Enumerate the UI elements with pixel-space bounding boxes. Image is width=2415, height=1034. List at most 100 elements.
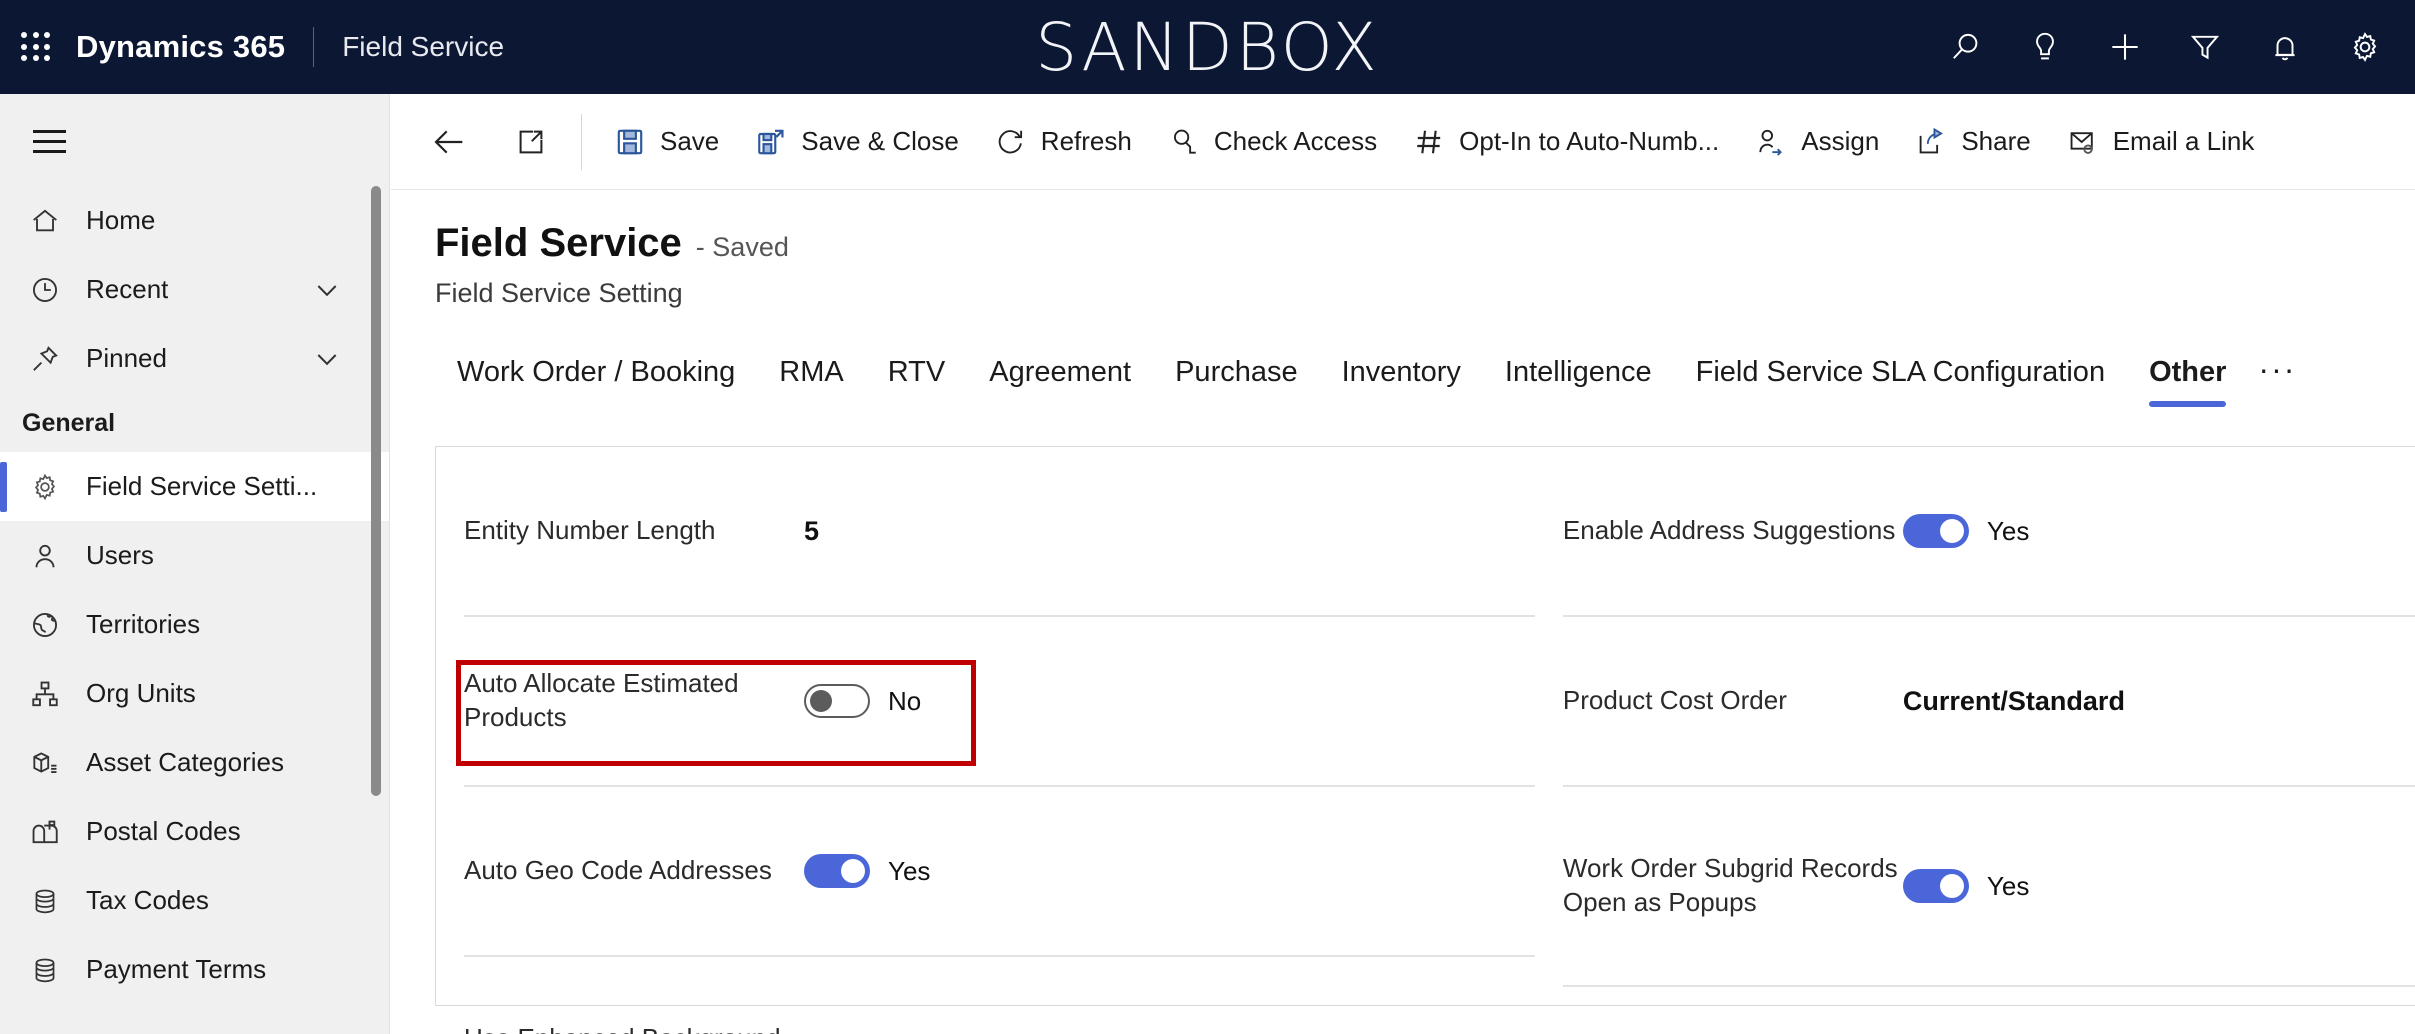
app-name-label[interactable]: Field Service xyxy=(342,31,504,63)
main-content: Field Service - Saved Field Service Sett… xyxy=(391,191,2415,1034)
field-work-order-subgrid-records-open-as-popups[interactable]: Work Order Subgrid Records Open as Popup… xyxy=(1562,787,2415,987)
tab-agreement[interactable]: Agreement xyxy=(967,345,1153,407)
check-access-button[interactable]: Check Access xyxy=(1150,106,1395,178)
field-value[interactable]: 5 xyxy=(804,516,1535,547)
tabs-overflow-icon[interactable]: ··· xyxy=(2248,345,2306,407)
page-subtitle: Field Service Setting xyxy=(435,278,683,308)
field-enable-address-suggestions[interactable]: Enable Address Suggestions Yes xyxy=(1562,447,2415,617)
top-navigation-bar: Dynamics 365 Field Service SANDBOX xyxy=(0,0,2415,94)
sidebar-item-users[interactable]: Users xyxy=(0,521,389,590)
back-arrow-icon[interactable] xyxy=(413,106,485,178)
form-columns: Entity Number Length 5 Auto Allocate Est… xyxy=(436,447,2415,1034)
email-a-link-label: Email a Link xyxy=(2112,126,2255,156)
filter-icon[interactable] xyxy=(2173,12,2237,82)
email-a-link-button[interactable]: Email a Link xyxy=(2049,106,2273,178)
tab-intelligence[interactable]: Intelligence xyxy=(1483,345,1674,407)
sidebar-item-tax-codes[interactable]: Tax Codes xyxy=(0,866,389,935)
sidebar-item-label: Tax Codes xyxy=(86,885,209,915)
field-value-group: Yes xyxy=(1902,869,2415,903)
page-header: Field Service - Saved Field Service Sett… xyxy=(391,191,2415,309)
save-label: Save xyxy=(660,126,720,156)
opt-in-auto-number-button[interactable]: Opt-In to Auto-Numb... xyxy=(1395,106,1737,178)
hamburger-menu-icon[interactable] xyxy=(12,104,86,178)
hash-icon xyxy=(1413,126,1445,158)
field-label: Use Enhanced Background Processing (Prev… xyxy=(464,1016,804,1034)
tab-other[interactable]: Other xyxy=(2127,345,2248,407)
sidebar-group-title: General xyxy=(22,409,116,437)
save-status-label: - Saved xyxy=(695,232,789,262)
field-label: Auto Geo Code Addresses xyxy=(464,855,772,886)
share-button[interactable]: Share xyxy=(1897,106,2048,178)
field-use-enhanced-background-processing[interactable]: Use Enhanced Background Processing (Prev… xyxy=(464,957,1535,1034)
person-icon xyxy=(22,533,68,579)
command-bar-divider xyxy=(581,113,582,170)
share-icon xyxy=(1915,126,1947,158)
app-launcher-icon[interactable] xyxy=(16,27,56,67)
tab-purchase[interactable]: Purchase xyxy=(1153,345,1320,407)
check-access-icon xyxy=(1168,126,1200,158)
coins-icon xyxy=(22,947,68,993)
sidebar-item-postal-codes[interactable]: Postal Codes xyxy=(0,797,389,866)
check-access-label: Check Access xyxy=(1213,126,1378,156)
sidebar-item-label: Asset Categories xyxy=(86,747,284,777)
assign-label: Assign xyxy=(1801,126,1880,156)
sandbox-watermark-text: SANDBOX xyxy=(1035,8,1380,86)
sidebar-scrollbar-thumb[interactable] xyxy=(371,186,381,796)
field-entity-number-length[interactable]: Entity Number Length 5 xyxy=(464,447,1535,617)
field-label: Work Order Subgrid Records Open as Popup… xyxy=(1562,853,1898,917)
sidebar-item-label: Territories xyxy=(86,609,201,639)
sidebar-item-pinned[interactable]: Pinned xyxy=(0,324,389,393)
sidebar-item-label: Home xyxy=(86,205,156,235)
field-value[interactable]: Current/Standard xyxy=(1903,686,2415,717)
save-icon xyxy=(614,126,646,158)
field-auto-allocate-estimated-products[interactable]: Auto Allocate Estimated Products No xyxy=(464,617,1535,787)
refresh-button[interactable]: Refresh xyxy=(977,106,1150,178)
tab-rtv[interactable]: RTV xyxy=(866,345,967,407)
toggle-auto-allocate-estimated-products[interactable] xyxy=(804,684,870,718)
gear-icon xyxy=(22,464,68,510)
tab-rma[interactable]: RMA xyxy=(757,345,865,407)
settings-form-card: Entity Number Length 5 Auto Allocate Est… xyxy=(435,446,2415,1034)
form-tabs: Work Order / Booking RMA RTV Agreement P… xyxy=(391,337,2415,407)
field-product-cost-order[interactable]: Product Cost Order Current/Standard xyxy=(1562,617,2415,787)
sidebar-item-label: Users xyxy=(86,540,154,570)
save-button[interactable]: Save xyxy=(596,106,737,178)
sidebar-item-home[interactable]: Home xyxy=(0,186,389,255)
plus-icon[interactable] xyxy=(2093,12,2157,82)
lightbulb-icon[interactable] xyxy=(2013,12,2077,82)
toggle-enable-address-suggestions[interactable] xyxy=(1902,514,1969,548)
search-icon[interactable] xyxy=(1933,12,1997,82)
brand-title[interactable]: Dynamics 365 xyxy=(76,29,285,65)
toggle-value-label: No xyxy=(888,685,922,716)
coins-icon xyxy=(22,878,68,924)
org-chart-icon xyxy=(22,671,68,717)
tab-inventory[interactable]: Inventory xyxy=(1320,345,1483,407)
tab-field-service-sla-configuration[interactable]: Field Service SLA Configuration xyxy=(1674,345,2127,407)
field-auto-geo-code-addresses[interactable]: Auto Geo Code Addresses Yes xyxy=(464,787,1535,957)
sidebar-item-org-units[interactable]: Org Units xyxy=(0,659,389,728)
sidebar-item-recent[interactable]: Recent xyxy=(0,255,389,324)
sidebar-item-territories[interactable]: Territories xyxy=(0,590,389,659)
brand-divider xyxy=(313,27,315,67)
bell-icon[interactable] xyxy=(2253,12,2317,82)
field-value-group: No xyxy=(804,684,1535,718)
sidebar-item-payment-terms[interactable]: Payment Terms xyxy=(0,935,389,1004)
chevron-down-icon[interactable] xyxy=(311,343,343,375)
sidebar-item-field-service-settings[interactable]: Field Service Setti... xyxy=(0,452,389,521)
save-and-close-label: Save & Close xyxy=(801,126,959,156)
globe-icon xyxy=(22,602,68,648)
box-list-icon xyxy=(22,740,68,786)
open-in-new-window-icon[interactable] xyxy=(495,106,567,178)
toggle-auto-geo-code-addresses[interactable] xyxy=(804,854,870,888)
toggle-work-order-subgrid-popups[interactable] xyxy=(1902,869,1969,903)
toggle-value-label: Yes xyxy=(1986,515,2030,546)
chevron-down-icon[interactable] xyxy=(311,274,343,306)
app-root: Dynamics 365 Field Service SANDBOX Home … xyxy=(0,0,2415,1034)
tab-work-order-booking[interactable]: Work Order / Booking xyxy=(435,345,757,407)
clock-icon xyxy=(22,267,68,313)
email-link-icon xyxy=(2067,126,2099,158)
assign-button[interactable]: Assign xyxy=(1737,106,1897,178)
save-and-close-button[interactable]: Save & Close xyxy=(737,106,977,178)
sidebar-item-asset-categories[interactable]: Asset Categories xyxy=(0,728,389,797)
gear-icon[interactable] xyxy=(2333,12,2397,82)
